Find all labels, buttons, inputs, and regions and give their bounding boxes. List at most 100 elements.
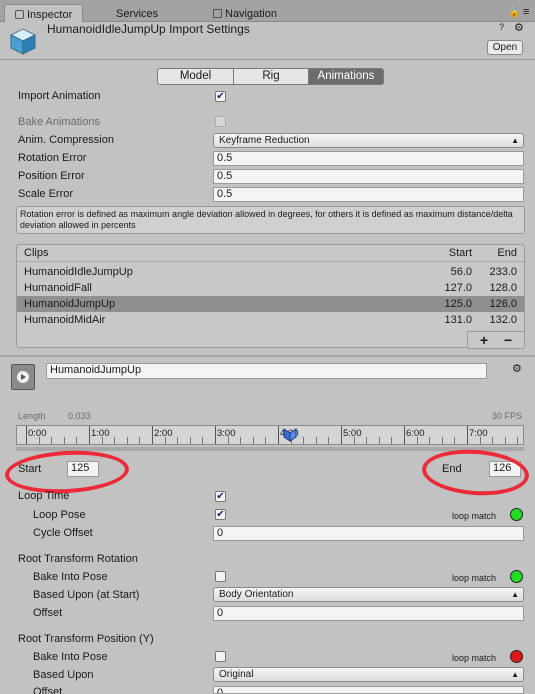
- loop-pose-checkbox[interactable]: ✔: [215, 509, 226, 520]
- clip-name: HumanoidMidAir: [24, 314, 106, 326]
- help-icon[interactable]: ?: [499, 22, 504, 32]
- end-annotation-circle: [420, 446, 531, 499]
- import-settings-header: HumanoidIdleJumpUp Import Settings ? ⚙ O…: [0, 22, 535, 60]
- divider: [0, 355, 535, 357]
- gear-icon[interactable]: ⚙: [514, 21, 524, 34]
- playhead-marker[interactable]: [283, 428, 297, 442]
- timeline-tick: [341, 426, 342, 444]
- rotation-error-label: Rotation Error: [18, 152, 87, 164]
- root-position-y-loop-match-label: loop match: [452, 653, 497, 663]
- timeline-minor-tick: [252, 437, 254, 444]
- timeline-tick-label: 5:00: [343, 428, 362, 439]
- timeline-minor-tick: [517, 437, 519, 444]
- root-rotation-offset-field[interactable]: 0: [213, 606, 524, 621]
- lock-icon[interactable]: 🔒: [508, 7, 520, 18]
- timeline-minor-tick: [177, 437, 179, 444]
- clips-header: Clips Start End: [17, 245, 524, 262]
- timeline-minor-tick: [378, 437, 380, 444]
- timeline-minor-tick: [63, 437, 65, 444]
- start-annotation-circle: [3, 447, 131, 497]
- timeline-minor-tick: [76, 437, 78, 444]
- clip-settings-gear-icon[interactable]: ⚙: [512, 362, 522, 375]
- scale-error-field[interactable]: 0.5: [213, 187, 524, 202]
- timeline-minor-tick: [492, 437, 494, 444]
- remove-clip-button[interactable]: −: [504, 332, 512, 348]
- timeline-minor-tick: [114, 437, 116, 444]
- clip-start: 127.0: [444, 282, 472, 294]
- timeline-tick-label: 0:00: [28, 428, 47, 439]
- position-error-field[interactable]: 0.5: [213, 169, 524, 184]
- clip-row-selected[interactable]: HumanoidJumpUp 125.0 126.0: [17, 296, 524, 312]
- cycle-offset-label: Cycle Offset: [33, 527, 93, 539]
- dropdown-arrow-icon: ▲: [511, 136, 519, 145]
- timeline[interactable]: 0:001:002:003:004:005:006:007:00: [16, 425, 524, 445]
- anim-compression-dropdown[interactable]: Keyframe Reduction ▲: [213, 133, 524, 148]
- timeline-tick: [215, 426, 216, 444]
- clips-header-end: End: [497, 247, 517, 259]
- navigation-icon: [213, 9, 222, 18]
- cycle-offset-field[interactable]: 0: [213, 526, 524, 541]
- root-position-y-bake-checkbox[interactable]: [215, 651, 226, 662]
- menu-icon[interactable]: ≡: [523, 6, 529, 18]
- loop-match-indicator: [510, 508, 523, 521]
- timeline-minor-tick: [315, 437, 317, 444]
- root-position-y-offset-field[interactable]: 0: [213, 686, 524, 694]
- tab-navigation[interactable]: Navigation: [203, 4, 287, 22]
- loop-time-checkbox[interactable]: ✔: [215, 491, 226, 502]
- open-button[interactable]: Open: [487, 40, 523, 55]
- clips-header-name: Clips: [24, 247, 49, 259]
- add-clip-button[interactable]: +: [480, 332, 488, 348]
- clip-row[interactable]: HumanoidFall 127.0 128.0: [17, 280, 524, 296]
- clip-end: 132.0: [489, 314, 517, 326]
- root-rotation-bake-checkbox[interactable]: [215, 571, 226, 582]
- root-rotation-based-upon-value: Body Orientation: [219, 589, 294, 600]
- clips-footer: + −: [467, 331, 525, 349]
- tab-services[interactable]: Services: [100, 4, 168, 22]
- length-label: Length: [18, 411, 46, 421]
- tab-bar: Inspector Services Navigation 🔒 ≡: [0, 0, 535, 22]
- root-rotation-loop-match-label: loop match: [452, 573, 497, 583]
- timeline-minor-tick: [240, 437, 242, 444]
- clip-name-field[interactable]: HumanoidJumpUp: [46, 363, 487, 379]
- import-animation-label: Import Animation: [18, 90, 101, 102]
- clip-row[interactable]: HumanoidMidAir 131.0 132.0: [17, 312, 524, 328]
- loop-match-label: loop match: [452, 511, 497, 521]
- root-rotation-loop-match-indicator: [510, 570, 523, 583]
- rotation-error-field[interactable]: 0.5: [213, 151, 524, 166]
- root-rotation-based-upon-dropdown[interactable]: Body Orientation ▲: [213, 587, 524, 602]
- timeline-minor-tick: [429, 437, 431, 444]
- timeline-minor-tick: [202, 437, 204, 444]
- timeline-tick-label: 2:00: [154, 428, 173, 439]
- clip-row[interactable]: HumanoidIdleJumpUp 56.0 233.0: [17, 264, 524, 280]
- root-position-y-based-upon-dropdown[interactable]: Original ▲: [213, 667, 524, 682]
- tab-services-label: Services: [116, 8, 159, 20]
- root-position-y-title: Root Transform Position (Y): [18, 633, 154, 645]
- timeline-minor-tick: [126, 437, 128, 444]
- clip-start: 56.0: [450, 266, 472, 278]
- timeline-minor-tick: [189, 437, 191, 444]
- clip-start: 125.0: [444, 298, 472, 310]
- root-rotation-title: Root Transform Rotation: [18, 553, 138, 565]
- tab-navigation-label: Navigation: [225, 8, 277, 20]
- timeline-tick: [89, 426, 90, 444]
- clip-start: 131.0: [444, 314, 472, 326]
- timeline-minor-tick: [391, 437, 393, 444]
- loop-time-label: Loop Time: [18, 490, 70, 502]
- import-animation-checkbox[interactable]: ✔: [215, 91, 226, 102]
- tab-inspector-label: Inspector: [27, 9, 73, 21]
- timeline-tick-label: 1:00: [91, 428, 110, 439]
- loop-pose-label: Loop Pose: [33, 509, 86, 521]
- timeline-minor-tick: [303, 437, 305, 444]
- clip-end: 128.0: [489, 282, 517, 294]
- preview-button[interactable]: [11, 364, 35, 390]
- timeline-minor-tick: [366, 437, 368, 444]
- tab-rig[interactable]: Rig: [233, 68, 309, 85]
- tab-animations[interactable]: Animations: [308, 68, 384, 85]
- clips-header-start: Start: [448, 247, 472, 259]
- tab-model[interactable]: Model: [157, 68, 234, 85]
- timeline-minor-tick: [504, 437, 506, 444]
- root-position-y-based-upon-label: Based Upon: [33, 669, 94, 681]
- bake-animations-label: Bake Animations: [18, 116, 100, 128]
- tab-inspector[interactable]: Inspector: [4, 4, 84, 22]
- clips-list: Clips Start End HumanoidIdleJumpUp 56.0 …: [16, 244, 525, 349]
